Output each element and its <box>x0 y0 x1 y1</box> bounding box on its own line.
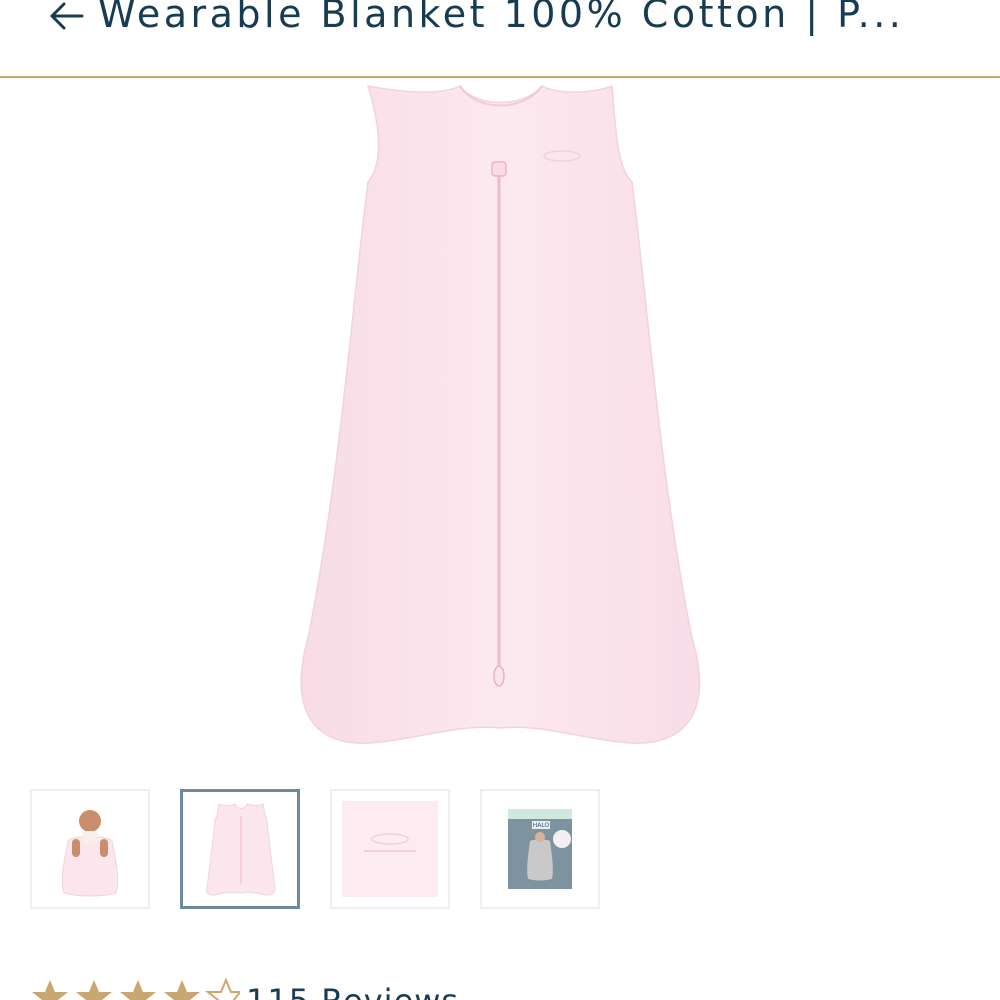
thumbnail-pink-fabric-logo-closeup[interactable] <box>330 789 450 909</box>
back-button[interactable] <box>46 0 88 34</box>
page-title: Wearable Blanket 100% Cotton | P... <box>98 0 905 36</box>
star-outline-icon <box>205 978 240 1000</box>
thumbnail-pink-wearable-blanket-front[interactable] <box>180 789 300 909</box>
main-product-image[interactable] <box>280 78 720 758</box>
star-icon <box>76 980 112 1000</box>
reviews-link[interactable]: 115 Reviews <box>246 982 459 1000</box>
star-icon <box>164 980 200 1000</box>
product-page: Wearable Blanket 100% Cotton | P... HALO <box>0 0 1000 1000</box>
star-rating-icon <box>32 978 240 1000</box>
thumbnail-product-package-box[interactable]: HALO <box>480 789 600 909</box>
package-brand-text: HALO <box>533 822 550 829</box>
star-icon <box>120 980 156 1000</box>
arrow-left-icon <box>50 2 84 30</box>
header-bar: Wearable Blanket 100% Cotton | P... <box>0 0 1000 78</box>
star-icon <box>32 980 68 1000</box>
thumbnail-baby-wearing-blanket[interactable] <box>30 789 150 909</box>
